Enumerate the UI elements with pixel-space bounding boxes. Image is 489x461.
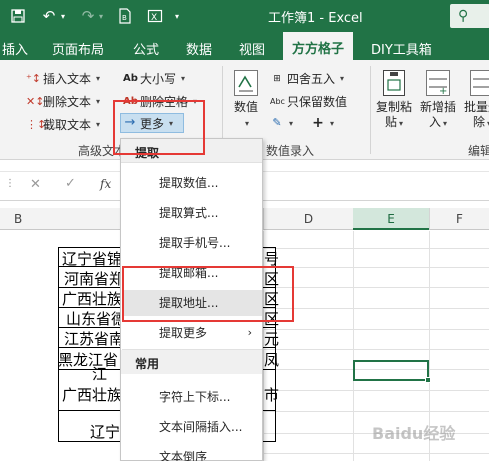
- cell-row8[interactable]: 广西壮族: [62, 384, 122, 405]
- cancel-icon[interactable]: ✕: [30, 177, 41, 192]
- tab-fangfangezi[interactable]: 方方格子: [283, 32, 354, 60]
- cell-row5-tail[interactable]: 元: [264, 328, 279, 349]
- column-header-f[interactable]: F: [429, 208, 489, 230]
- cell-row6-tail[interactable]: 凤: [264, 349, 279, 370]
- search-icon[interactable]: ⚲: [450, 4, 489, 28]
- highlight-box-extract-address: [122, 266, 294, 322]
- value-icon: [234, 70, 258, 96]
- delete-text-button[interactable]: ✕↕ 删除文本 ▾: [26, 93, 100, 110]
- tab-diy-toolbox[interactable]: DIY工具箱: [371, 39, 432, 58]
- column-header-b[interactable]: B: [0, 208, 120, 230]
- submenu-arrow-icon: ›: [247, 326, 252, 339]
- batch-delete-button[interactable]: 批量删除▾: [461, 70, 489, 131]
- copy-paste-button[interactable]: 复制粘贴 ▾: [373, 70, 415, 131]
- cell-row7[interactable]: 江: [92, 363, 107, 384]
- undo-dropdown-icon[interactable]: ▾: [58, 6, 68, 26]
- insert-function-button[interactable]: fx: [100, 177, 111, 191]
- column-header-e[interactable]: E: [353, 208, 429, 230]
- more-options-icon[interactable]: ⋮: [5, 178, 15, 189]
- group-label-edit: 编辑: [468, 144, 489, 158]
- enter-icon[interactable]: ✓: [65, 176, 76, 191]
- cell-row5[interactable]: 江苏省南: [64, 328, 124, 349]
- round-button[interactable]: ⊞ 四舍五入 ▾: [270, 70, 344, 87]
- insert-row-icon: +: [426, 70, 450, 97]
- delete-rows-icon: [470, 70, 489, 96]
- customize-toolbar-icon[interactable]: ▾: [170, 6, 184, 26]
- menu-item-extract-more[interactable]: 提取更多 ›: [122, 320, 262, 346]
- menu-item-extract-phone[interactable]: 提取手机号...: [122, 230, 262, 256]
- keep-value-button[interactable]: Abc 只保留数值: [270, 93, 347, 110]
- round-icon: ⊞: [273, 73, 281, 84]
- cell-row8-tail[interactable]: 市: [264, 384, 279, 405]
- svg-text:+: +: [439, 86, 447, 95]
- cell-row2[interactable]: 河南省郑: [64, 268, 124, 289]
- save-icon[interactable]: [8, 6, 28, 26]
- text-box-icon[interactable]: X: [145, 6, 165, 26]
- tab-data[interactable]: 数据: [186, 39, 212, 58]
- clipboard-icon: [383, 70, 405, 96]
- cut-text-button[interactable]: ⋮↕ 截取文本 ▾: [26, 116, 100, 133]
- value-button[interactable]: 数值 ▾: [228, 70, 264, 131]
- tab-formulas[interactable]: 公式: [133, 39, 159, 58]
- title-bar: ↶ ▾ ↷ ▾ B X ▾ 工作簿1 - Excel ⚲: [0, 0, 489, 32]
- menu-item-superscript[interactable]: 字符上下标...: [122, 384, 262, 410]
- cell-row4[interactable]: 山东省德: [66, 308, 126, 329]
- edit-icon: ✎: [272, 116, 282, 129]
- case-icon: Ab: [123, 72, 138, 84]
- cell-row3[interactable]: 广西壮族: [62, 288, 122, 309]
- svg-text:B: B: [122, 14, 127, 22]
- insert-text-button[interactable]: ⁺↕ 插入文本 ▾: [26, 70, 100, 87]
- cell-row1[interactable]: 辽宁省锦: [62, 248, 122, 269]
- cut-text-icon: ⋮↕: [26, 117, 47, 131]
- fill-handle[interactable]: [425, 377, 431, 383]
- cell-row9[interactable]: 辽宁: [90, 421, 120, 442]
- watermark: Baidu经验: [372, 424, 456, 443]
- keep-value-icon: Abc: [270, 96, 285, 106]
- insert-text-icon: ⁺↕: [26, 71, 42, 85]
- menu-item-extract-number[interactable]: 提取数值...: [122, 170, 262, 196]
- undo-icon[interactable]: ↶: [38, 6, 60, 26]
- window-title: 工作簿1 - Excel: [268, 11, 363, 26]
- document-icon[interactable]: B: [115, 6, 135, 26]
- menu-section-common: 常用: [135, 357, 160, 371]
- svg-text:X: X: [151, 13, 157, 23]
- case-button[interactable]: Ab 大小写 ▾: [123, 70, 185, 87]
- tab-page-layout[interactable]: 页面布局: [52, 39, 104, 58]
- cell-row6[interactable]: 黑龙江省: [58, 349, 118, 370]
- tab-insert[interactable]: 插入: [2, 39, 28, 58]
- edit-value-button[interactable]: ✎ ▾: [270, 116, 293, 130]
- ribbon-separator: [370, 66, 371, 154]
- plus-button[interactable]: + ▾: [311, 116, 334, 130]
- plus-icon: +: [312, 115, 324, 131]
- ribbon-tabs: 插入 页面布局 公式 数据 视图 方方格子 DIY工具箱: [0, 32, 489, 60]
- group-label-value-entry: 数值录入: [266, 144, 315, 158]
- delete-text-icon: ✕↕: [26, 94, 45, 108]
- menu-item-text-interval-insert[interactable]: 文本间隔插入...: [122, 414, 262, 440]
- selected-cell[interactable]: [353, 360, 429, 381]
- redo-dropdown-icon[interactable]: ▾: [96, 6, 106, 26]
- new-insert-button[interactable]: + 新增插入 ▾: [417, 70, 459, 131]
- highlight-box-more: [113, 100, 205, 155]
- menu-item-extract-formula[interactable]: 提取算式...: [122, 200, 262, 226]
- column-header-d[interactable]: D: [263, 208, 353, 230]
- menu-item-text-reverse[interactable]: 文本倒序: [122, 444, 262, 461]
- tab-view[interactable]: 视图: [239, 39, 265, 58]
